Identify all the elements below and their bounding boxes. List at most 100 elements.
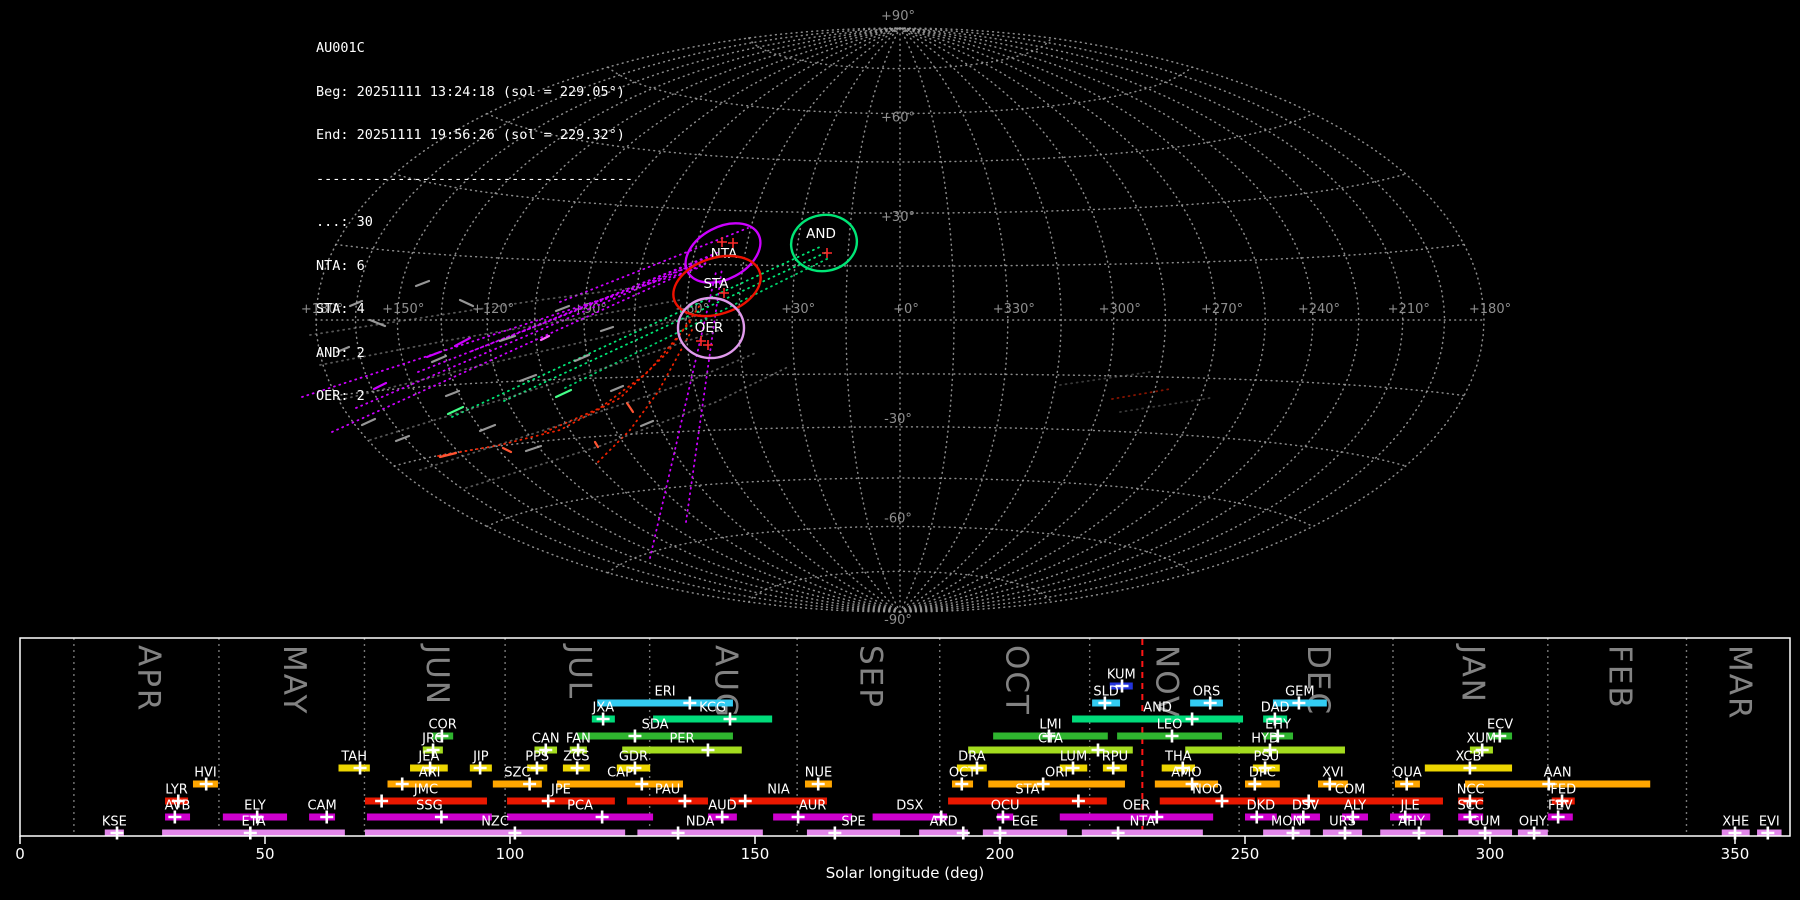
count-oer: OER: 2 bbox=[316, 388, 365, 404]
shower-label-PAU: PAU bbox=[655, 783, 680, 798]
shower-label-RPU: RPU bbox=[1102, 750, 1128, 765]
end-time: End: 20251111 19:56:26 (sol = 229.32°) bbox=[316, 127, 625, 143]
shower-label-JIP: JIP bbox=[472, 750, 489, 765]
shower-label-KUM: KUM bbox=[1107, 668, 1136, 683]
begin-time: Beg: 20251111 13:24:18 (sol = 229.05°) bbox=[316, 83, 625, 100]
shower-bar-SSG bbox=[366, 813, 492, 821]
shower-label-OHY: OHY bbox=[1519, 815, 1547, 830]
shower-label-AMO: AMO bbox=[1171, 766, 1201, 781]
shower-bar-NOO bbox=[1159, 797, 1255, 805]
shower-label-STA: STA bbox=[1015, 783, 1039, 798]
activity-timeline-chart: APR MAY JUN JUL AUG SEP OCT NOV DEC JAN FEB MARKUME… bbox=[15, 637, 1791, 882]
x-axis-tick-label: 300 bbox=[1476, 845, 1505, 863]
shower-label-AHY: AHY bbox=[1398, 815, 1425, 830]
shower-label-OER: OER bbox=[1123, 799, 1150, 814]
shower-label-GUM: GUM bbox=[1470, 815, 1501, 830]
shower-label-LUM: LUM bbox=[1060, 750, 1087, 765]
shower-label-AUD: AUD bbox=[708, 799, 736, 814]
shower-label-KCG: KCG bbox=[699, 701, 726, 716]
shower-label-SLD: SLD bbox=[1093, 685, 1119, 700]
shower-label-JEA: JEA bbox=[417, 750, 439, 765]
x-axis-tick-label: 150 bbox=[741, 845, 770, 863]
shower-label-ZCS: ZCS bbox=[563, 750, 589, 765]
shower-label-EHY: EHY bbox=[1265, 718, 1291, 733]
shower-label-LYR: LYR bbox=[165, 783, 188, 798]
shower-peak-marker-SPE bbox=[828, 826, 842, 840]
x-axis-tick-label: 100 bbox=[496, 845, 525, 863]
shower-label-PSU: PSU bbox=[1254, 750, 1280, 765]
shower-label-DSX: DSX bbox=[896, 799, 923, 814]
shower-label-NOO: NOO bbox=[1192, 783, 1222, 798]
shower-label-NZC: NZC bbox=[481, 815, 509, 830]
month-label-SEP: SEP bbox=[853, 645, 889, 709]
shower-label-OCU: OCU bbox=[991, 799, 1020, 814]
shower-label-HYD: HYD bbox=[1251, 732, 1279, 747]
x-axis-tick-label: 350 bbox=[1721, 845, 1750, 863]
shower-bar-PCA bbox=[507, 813, 654, 821]
shower-bar-PAU bbox=[627, 797, 708, 805]
shower-label-GEM: GEM bbox=[1285, 685, 1315, 700]
shower-label-QUA: QUA bbox=[1393, 766, 1422, 781]
observation-header: AU001C Beg: 20251111 13:24:18 (sol = 229… bbox=[316, 12, 633, 433]
shower-label-NTA: NTA bbox=[1130, 815, 1156, 830]
month-label-JAN: JAN bbox=[1454, 643, 1490, 704]
shower-peak-marker-NTA bbox=[1111, 826, 1125, 840]
shower-peak-marker-STA bbox=[1071, 794, 1085, 808]
shower-label-FAN: FAN bbox=[566, 732, 591, 747]
shower-peak-marker-CAP bbox=[635, 777, 649, 791]
month-label-OCT: OCT bbox=[999, 645, 1035, 716]
month-label-FEB: FEB bbox=[1601, 645, 1637, 710]
shower-label-EGE: EGE bbox=[1012, 815, 1039, 830]
shower-label-PCA: PCA bbox=[567, 799, 593, 814]
shower-peak-marker-NIA bbox=[738, 794, 752, 808]
month-label-JUL: JUL bbox=[562, 643, 598, 700]
shower-label-NDA: NDA bbox=[686, 815, 715, 830]
shower-label-CAN: CAN bbox=[532, 732, 560, 747]
shower-label-JLE: JLE bbox=[1399, 799, 1419, 814]
shower-label-PPS: PPS bbox=[525, 750, 549, 765]
shower-label-EVI: EVI bbox=[1759, 815, 1780, 830]
shower-label-MON: MON bbox=[1271, 815, 1302, 830]
shower-peak-marker-JMC bbox=[375, 794, 389, 808]
shower-bar-ORI bbox=[988, 780, 1125, 788]
shower-label-ELY: ELY bbox=[244, 799, 266, 814]
shower-label-SSG: SSG bbox=[416, 799, 443, 814]
x-axis-tick-label: 50 bbox=[255, 845, 274, 863]
shower-label-COR: COR bbox=[428, 718, 456, 733]
shower-peak-marker-SDA bbox=[628, 729, 642, 743]
shower-label-KSE: KSE bbox=[102, 815, 127, 830]
shower-bar-KCG bbox=[653, 715, 773, 723]
shower-label-AUR: AUR bbox=[799, 799, 826, 814]
shower-label-ORI: ORI bbox=[1045, 766, 1068, 781]
x-axis-tick-label: 0 bbox=[15, 845, 25, 863]
x-axis-tick-label: 250 bbox=[1231, 845, 1260, 863]
shower-label-HVI: HVI bbox=[194, 766, 217, 781]
shower-label-JMC: JMC bbox=[413, 783, 438, 798]
shower-label-SZC: SZC bbox=[504, 766, 530, 781]
shower-label-DAD: DAD bbox=[1261, 701, 1290, 716]
count-nta: NTA: 6 bbox=[316, 257, 365, 274]
month-label-JUN: JUN bbox=[419, 643, 455, 706]
shower-label-ORS: ORS bbox=[1193, 685, 1221, 700]
x-axis-title: Solar longitude (deg) bbox=[826, 864, 984, 882]
shower-peak-marker-ARD bbox=[956, 826, 970, 840]
month-label-MAY: MAY bbox=[276, 645, 312, 715]
shower-label-NIA: NIA bbox=[767, 783, 790, 798]
shower-bar-SDA bbox=[577, 732, 733, 740]
shower-label-TAH: TAH bbox=[340, 750, 367, 765]
shower-peak-marker-PAU bbox=[678, 794, 692, 808]
shower-label-XUM: XUM bbox=[1467, 732, 1497, 747]
shower-label-CTA: CTA bbox=[1038, 732, 1063, 747]
shower-label-SDA: SDA bbox=[642, 718, 669, 733]
header-separator: --------------------------------------- bbox=[316, 170, 633, 187]
shower-label-XHE: XHE bbox=[1722, 815, 1749, 830]
shower-label-DSV: DSV bbox=[1292, 799, 1319, 814]
shower-label-XCB: XCB bbox=[1455, 750, 1481, 765]
shower-label-ERI: ERI bbox=[655, 685, 676, 700]
count-total: ...: 30 bbox=[316, 214, 373, 230]
shower-label-ARI: ARI bbox=[419, 766, 441, 781]
shower-label-JXA: JXA bbox=[592, 701, 615, 716]
shower-label-FEV: FEV bbox=[1548, 799, 1573, 814]
shower-label-JRC: JRC bbox=[421, 732, 443, 747]
shower-label-ARD: ARD bbox=[930, 815, 958, 830]
